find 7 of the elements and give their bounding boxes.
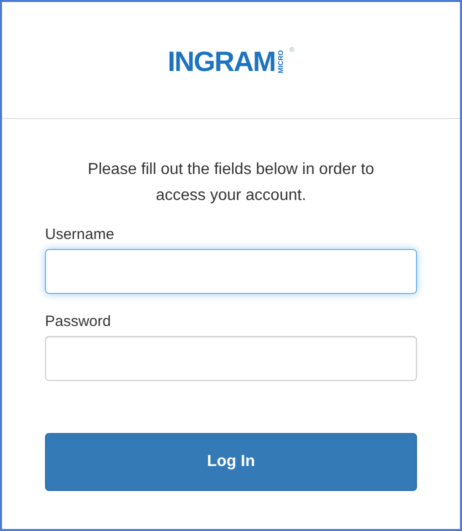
field-label: Username xyxy=(45,225,116,245)
input-field[interactable] xyxy=(45,249,417,294)
field-label: Password xyxy=(45,312,112,332)
logo-wordmark: INGRAM xyxy=(168,47,276,77)
input-field[interactable] xyxy=(45,336,417,381)
instructions: Please fill out the fields below in order to access your account. xyxy=(86,160,376,206)
login-button[interactable]: Log In xyxy=(45,433,417,491)
